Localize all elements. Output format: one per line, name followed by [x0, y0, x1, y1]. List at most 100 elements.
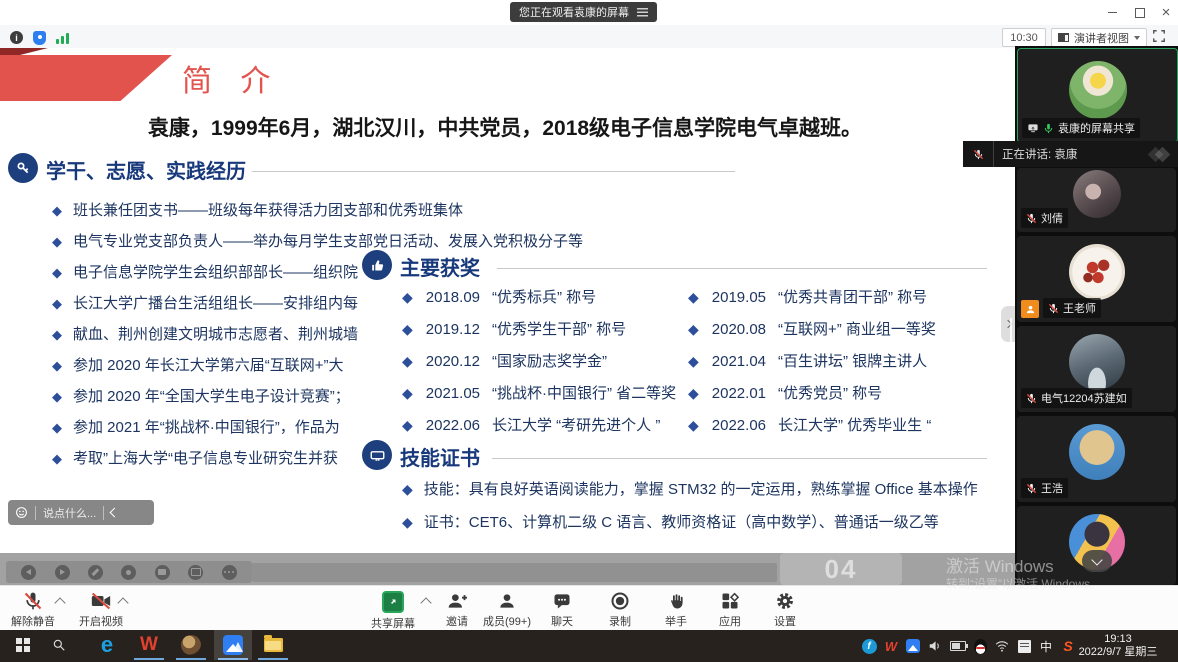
award-item: 2020.12“国家励志奖学金” [402, 350, 607, 371]
wps-app-icon[interactable]: W [132, 630, 166, 660]
notes-tray-icon[interactable] [1013, 630, 1035, 662]
file-explorer-icon[interactable] [256, 630, 290, 660]
skills-heading: 技能证书 [400, 442, 480, 471]
view-mode-dropdown[interactable]: 演讲者视图 [1051, 28, 1147, 47]
participant-label: 王老师 [1043, 298, 1101, 318]
view-mode-label: 演讲者视图 [1074, 30, 1129, 46]
avatar [1069, 424, 1125, 480]
experience-rule [252, 171, 735, 172]
participant-label: 袁康的屏幕共享 [1022, 118, 1140, 138]
chevron-down-icon [1091, 554, 1102, 565]
share-screen-button[interactable]: 共享屏幕 [362, 591, 424, 631]
apps-icon [720, 591, 740, 611]
more-icon [222, 565, 237, 580]
annotation-menu-icon[interactable] [637, 8, 648, 17]
speaking-banner: 正在讲话: 袁康 [963, 141, 1178, 167]
clock-time: 19:13 [1064, 633, 1172, 646]
restore-button[interactable] [1128, 4, 1152, 21]
mic-muted-icon [1026, 213, 1037, 224]
mic-muted-icon [1026, 393, 1037, 404]
unmute-button[interactable]: 解除静音 [2, 591, 64, 629]
participant-label: 刘倩 [1021, 208, 1068, 228]
settings-button[interactable]: 设置 [754, 591, 816, 629]
certificate-icon [362, 440, 392, 470]
experience-item: 班长兼任团支书——班级每年获得活力团支部和优秀班集体 [52, 199, 463, 220]
windows-taskbar: e W f W 中 S 19:13 2022/9/7 星期三 [0, 630, 1178, 662]
video-tile-sharing[interactable]: 袁康的屏幕共享 [1017, 48, 1178, 143]
award-item: 2019.12“优秀学生干部” 称号 [402, 318, 626, 339]
apps-button[interactable]: 应用 [699, 591, 761, 629]
minimize-button[interactable] [1100, 4, 1124, 21]
experience-item: 电子信息学院学生会组织部部长——组织院 [52, 261, 358, 282]
screen-share-icon [1027, 123, 1039, 134]
start-button[interactable] [6, 630, 40, 660]
tray-wps-icon[interactable]: W [880, 630, 902, 662]
chevron-down-icon [1134, 36, 1140, 40]
award-item: 2022.06长江大学 “考研先进个人 ” [402, 414, 660, 435]
viewer-banner-text: 您正在观看袁康的屏幕 [519, 4, 629, 20]
folder-icon [264, 638, 283, 652]
app-window: 您正在观看袁康的屏幕 × i 10:30 演讲者视图 简 介 袁康，1999年6… [0, 0, 1178, 662]
host-badge-icon [1021, 300, 1039, 318]
award-item: 2019.05“优秀共青团干部” 称号 [688, 286, 927, 307]
sidebar-scrollbar[interactable] [1010, 318, 1012, 346]
video-tile[interactable]: 刘倩 [1017, 168, 1176, 232]
quick-chat-input[interactable]: 说点什么... [8, 500, 154, 525]
tray-flash-icon[interactable]: f [858, 630, 880, 662]
chat-button[interactable]: 聊天 [531, 591, 593, 629]
award-item: 2020.08“互联网+” 商业组一等奖 [688, 318, 936, 339]
search-button[interactable] [44, 630, 74, 660]
skills-rule [492, 458, 987, 459]
fullscreen-button[interactable] [1152, 29, 1166, 43]
chat-icon [552, 591, 572, 611]
input-method-indicator[interactable]: 中 [1035, 630, 1057, 662]
close-button[interactable]: × [1154, 4, 1178, 21]
meeting-info-icon[interactable]: i [10, 31, 23, 44]
search-icon [52, 638, 66, 652]
award-item: 2021.04“百生讲坛” 银牌主讲人 [688, 350, 927, 371]
camera-muted-icon [90, 591, 112, 611]
tray-meeting-icon[interactable] [902, 630, 924, 662]
sidebar-collapse-handle[interactable] [1001, 306, 1015, 342]
volume-icon[interactable] [924, 630, 946, 662]
experience-item: 献血、荆州创建文明城市志愿者、荆州城墙 [52, 323, 358, 344]
experience-item: 电气专业党支部负责人——举办每月学生支部党日活动、发展入党积极分子等 [52, 230, 583, 251]
browser-avatar-app-icon[interactable] [174, 630, 208, 660]
avatar [1069, 61, 1127, 119]
awards-rule [497, 268, 987, 269]
network-signal-icon[interactable] [56, 31, 72, 44]
participant-label: 电气12204苏建如 [1021, 388, 1132, 408]
members-button[interactable]: 成员(99+) [476, 591, 538, 629]
network-icon[interactable] [991, 630, 1013, 662]
video-tile[interactable]: 王浩 [1017, 416, 1176, 502]
emoji-icon[interactable] [15, 506, 28, 519]
raise-hand-button[interactable]: 举手 [645, 591, 707, 629]
mic-muted-icon [1026, 483, 1037, 494]
edge-browser-icon[interactable]: e [90, 630, 124, 660]
meeting-app-icon[interactable] [216, 630, 250, 660]
key-icon [8, 153, 38, 183]
open-app-indicator [258, 658, 288, 660]
experience-item: 长江大学广播台生活组组长——安排组内每 [52, 292, 358, 313]
record-button[interactable]: 录制 [589, 591, 651, 629]
video-tile[interactable]: 王老师 [1017, 236, 1176, 322]
battery-icon[interactable] [947, 630, 969, 662]
more-participants-button[interactable] [1082, 550, 1112, 572]
avatar [181, 635, 201, 655]
presenter-toolbar [6, 561, 252, 583]
video-tile[interactable]: 电气12204苏建如 [1017, 326, 1176, 412]
shared-screen-slide: 简 介 袁康，1999年6月，湖北汉川，中共党员，2018级电子信息学院电气卓越… [0, 48, 1015, 553]
raise-hand-icon [667, 591, 685, 611]
avatar [1073, 170, 1121, 218]
slide-bottom-band: 04 [0, 553, 1015, 585]
taskbar-clock[interactable]: 19:13 2022/9/7 星期三 [1064, 633, 1172, 659]
collapse-chat-icon[interactable] [110, 508, 120, 518]
windows-logo-icon [16, 638, 30, 652]
qq-icon[interactable] [969, 630, 991, 662]
screen-icon [188, 565, 203, 580]
slide-headline: 袁康，1999年6月，湖北汉川，中共党员，2018级电子信息学院电气卓越班。 [15, 112, 995, 142]
divider [103, 506, 104, 520]
open-app-indicator [134, 658, 164, 660]
thumbs-up-icon [362, 250, 392, 280]
security-shield-icon[interactable] [33, 31, 46, 45]
